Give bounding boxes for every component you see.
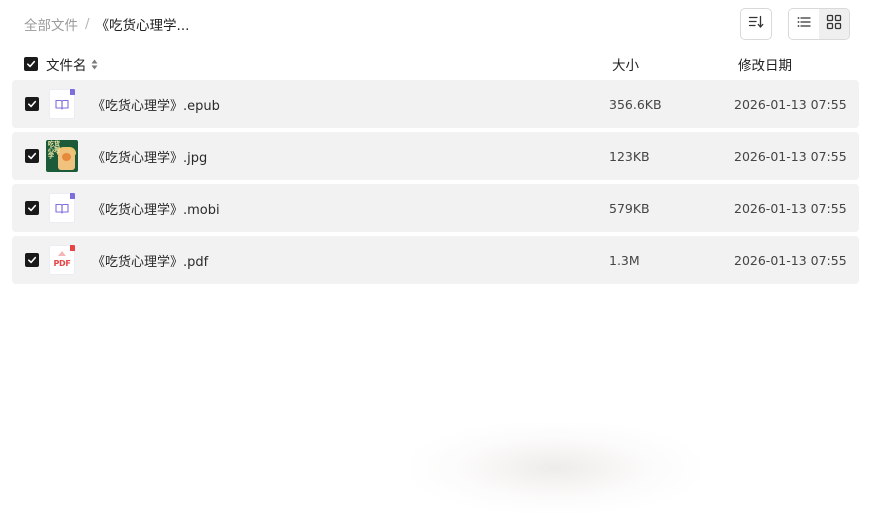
checkmark-icon: [27, 256, 37, 264]
file-date: 2026-01-13 07:55: [734, 200, 847, 216]
ebook-file-icon: [46, 88, 78, 120]
select-all-checkbox[interactable]: [24, 57, 38, 71]
header-name-sortable[interactable]: 文件名: [46, 54, 98, 74]
pdf-label: PDF: [53, 258, 71, 268]
file-checkbox[interactable]: [25, 97, 39, 111]
checkmark-icon: [27, 152, 37, 160]
sort-descending-icon: [748, 14, 764, 34]
header-size-label[interactable]: 大小: [612, 54, 639, 74]
file-size: 1.3M: [609, 252, 640, 268]
file-row-jpg[interactable]: 吃货心理学 《吃货心理学》.jpg 123KB 2026-01-13 07:55: [12, 132, 859, 180]
file-row-mobi[interactable]: 《吃货心理学》.mobi 579KB 2026-01-13 07:55: [12, 184, 859, 232]
file-date: 2026-01-13 07:55: [734, 252, 847, 268]
file-size: 123KB: [609, 148, 650, 164]
file-checkbox[interactable]: [25, 149, 39, 163]
grid-view-button[interactable]: [819, 9, 849, 39]
header-date-label[interactable]: 修改日期: [738, 54, 792, 74]
file-row-epub[interactable]: 《吃货心理学》.epub 356.6KB 2026-01-13 07:55: [12, 80, 859, 128]
table-header: 文件名 大小 修改日期: [12, 53, 859, 75]
list-view-button[interactable]: [789, 9, 819, 39]
file-checkbox[interactable]: [25, 201, 39, 215]
view-toolbar: [740, 8, 850, 40]
view-mode-toggle: [788, 8, 850, 40]
file-size: 579KB: [609, 200, 650, 216]
file-name[interactable]: 《吃货心理学》.epub: [92, 95, 220, 114]
grid-view-icon: [826, 14, 842, 34]
file-row-pdf[interactable]: PDF 《吃货心理学》.pdf 1.3M 2026-01-13 07:55: [12, 236, 859, 284]
cover-title-text: 吃货心理学: [48, 141, 61, 160]
breadcrumb-current: 《吃货心理学...: [95, 18, 190, 34]
file-size: 356.6KB: [609, 96, 662, 112]
sort-button[interactable]: [740, 8, 772, 40]
checkmark-icon: [26, 60, 36, 68]
pdf-file-icon: PDF: [46, 244, 78, 276]
file-date: 2026-01-13 07:55: [734, 148, 847, 164]
breadcrumb-separator: /: [85, 16, 90, 32]
file-checkbox[interactable]: [25, 253, 39, 267]
file-date: 2026-01-13 07:55: [734, 96, 847, 112]
breadcrumb: 全部文件 / 《吃货心理学...: [24, 14, 190, 34]
header-name-label: 文件名: [46, 58, 87, 74]
file-name[interactable]: 《吃货心理学》.jpg: [92, 147, 207, 166]
background-glow: [410, 422, 700, 514]
sort-caret-icon: [91, 59, 98, 70]
file-list: 《吃货心理学》.epub 356.6KB 2026-01-13 07:55 吃货…: [12, 80, 859, 288]
file-name[interactable]: 《吃货心理学》.mobi: [92, 199, 220, 218]
image-thumbnail: 吃货心理学: [46, 140, 78, 172]
list-view-icon: [796, 14, 812, 34]
breadcrumb-root-link[interactable]: 全部文件: [24, 14, 78, 34]
book-icon: [55, 99, 69, 110]
checkmark-icon: [27, 204, 37, 212]
book-icon: [55, 203, 69, 214]
file-name[interactable]: 《吃货心理学》.pdf: [92, 251, 208, 270]
checkmark-icon: [27, 100, 37, 108]
ebook-file-icon: [46, 192, 78, 224]
